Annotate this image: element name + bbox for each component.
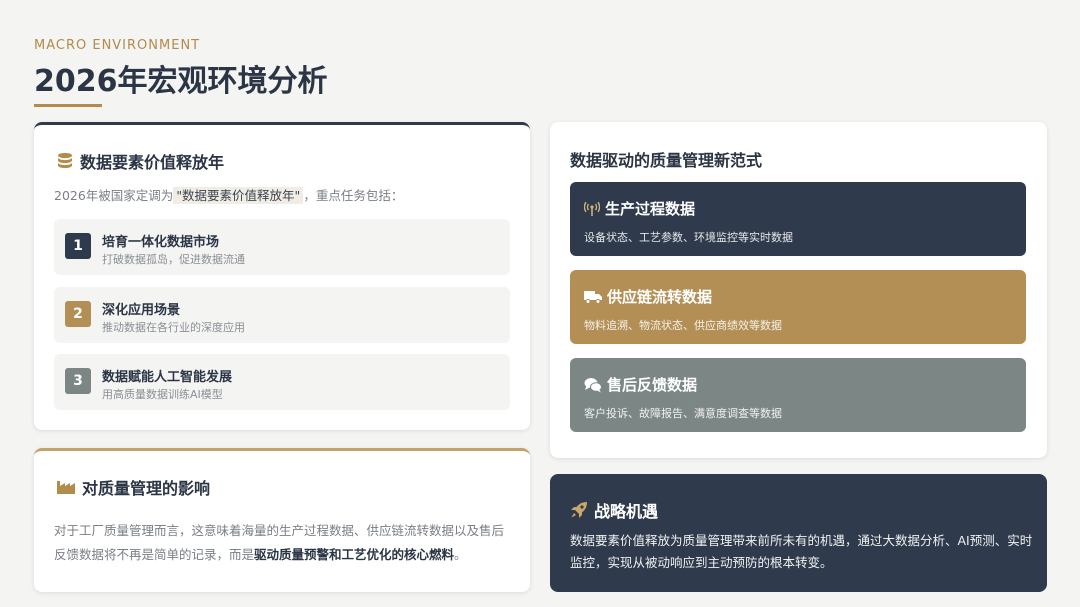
data-block-header: 生产过程数据 <box>584 198 695 219</box>
task-item-1: 1 培育一体化数据市场 打破数据孤岛，促进数据流通 <box>54 219 510 275</box>
data-block-title: 供应链流转数据 <box>607 288 713 306</box>
task-number-badge: 2 <box>65 301 91 327</box>
strategy-card: 战略机遇 数据要素价值释放为质量管理带来前所未有的机遇，通过大数据分析、AI预测… <box>550 474 1047 592</box>
impact-card: 对质量管理的影响 对于工厂质量管理而言，这意味着海量的生产过程数据、供应链流转数… <box>34 448 530 592</box>
data-block-title: 生产过程数据 <box>605 200 696 218</box>
intro-prefix: 2026年被国家定调为 <box>54 188 174 203</box>
data-year-card-title: 数据要素价值释放年 <box>56 149 224 173</box>
intro-highlight: "数据要素价值释放年" <box>173 187 304 204</box>
paradigm-card: 数据驱动的质量管理新范式 生产过程数据 设备状态、工艺参数、环境监控等实时数据 <box>550 122 1047 458</box>
task-item-2: 2 深化应用场景 推动数据在各行业的深度应用 <box>54 287 510 343</box>
impact-body: 对于工厂质量管理而言，这意味着海量的生产过程数据、供应链流转数据以及售后反馈数据… <box>54 519 514 567</box>
rocket-icon <box>570 501 588 519</box>
task-title: 深化应用场景 <box>102 303 181 318</box>
data-block-production: 生产过程数据 设备状态、工艺参数、环境监控等实时数据 <box>570 182 1026 256</box>
task-item-3: 3 数据赋能人工智能发展 用高质量数据训练AI模型 <box>54 354 510 410</box>
data-block-header: 售后反馈数据 <box>584 374 697 395</box>
database-icon <box>56 152 74 170</box>
task-title: 培育一体化数据市场 <box>102 235 220 250</box>
task-desc: 推动数据在各行业的深度应用 <box>102 321 245 334</box>
strategy-title-text: 战略机遇 <box>594 502 659 521</box>
data-block-header: 供应链流转数据 <box>584 286 712 307</box>
impact-text-bold: 驱动质量预警和工艺优化的核心燃料 <box>254 547 455 562</box>
task-number-badge: 3 <box>65 368 91 394</box>
chat-bubbles-icon <box>584 377 602 393</box>
task-title: 数据赋能人工智能发展 <box>102 370 233 385</box>
data-block-desc: 设备状态、工艺参数、环境监控等实时数据 <box>584 231 793 244</box>
factory-icon <box>56 479 76 495</box>
impact-card-title: 对质量管理的影响 <box>56 475 210 499</box>
data-block-title: 售后反馈数据 <box>607 376 698 394</box>
task-desc: 打破数据孤岛，促进数据流通 <box>102 253 245 266</box>
impact-text-suffix: 。 <box>454 547 467 562</box>
data-block-supply-chain: 供应链流转数据 物料追溯、物流状态、供应商绩效等数据 <box>570 270 1026 344</box>
data-block-desc: 物料追溯、物流状态、供应商绩效等数据 <box>584 319 782 332</box>
data-year-card: 数据要素价值释放年 2026年被国家定调为 "数据要素价值释放年" ，重点任务包括：… <box>34 122 530 430</box>
page-title: 2026年宏观环境分析 <box>34 64 328 99</box>
strategy-card-title: 战略机遇 <box>570 498 658 522</box>
data-year-title-text: 数据要素价值释放年 <box>80 153 225 172</box>
eyebrow-label: MACRO ENVIRONMENT <box>34 38 201 53</box>
strategy-body: 数据要素价值释放为质量管理带来前所未有的机遇，通过大数据分析、AI预测、实时监控… <box>570 533 1033 570</box>
paradigm-card-title: 数据驱动的质量管理新范式 <box>570 151 763 170</box>
task-number-badge: 1 <box>65 233 91 259</box>
impact-title-text: 对质量管理的影响 <box>82 479 211 498</box>
title-underline <box>34 104 102 107</box>
data-block-after-sales: 售后反馈数据 客户投诉、故障报告、满意度调查等数据 <box>570 358 1026 432</box>
data-block-desc: 客户投诉、故障报告、满意度调查等数据 <box>584 407 782 420</box>
truck-icon <box>584 290 602 304</box>
task-desc: 用高质量数据训练AI模型 <box>102 388 223 401</box>
signal-tower-icon <box>584 201 600 217</box>
intro-suffix: ，重点任务包括： <box>303 188 404 203</box>
data-year-intro: 2026年被国家定调为 "数据要素价值释放年" ，重点任务包括： <box>54 185 403 204</box>
